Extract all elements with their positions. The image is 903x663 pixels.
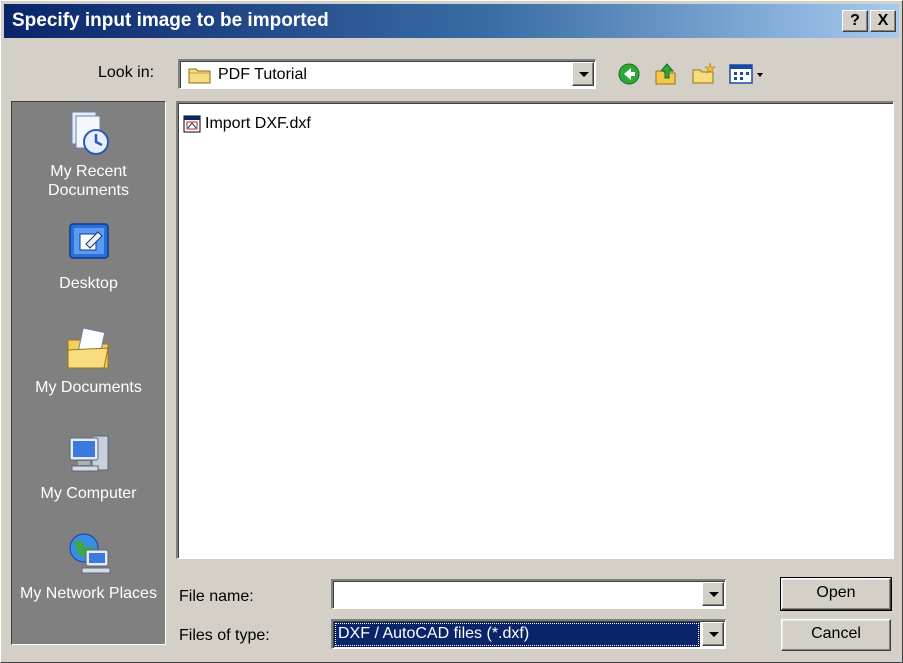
open-button[interactable]: Open xyxy=(780,577,892,611)
file-name-input[interactable] xyxy=(331,579,726,609)
look-in-label: Look in: xyxy=(98,64,155,81)
file-name-label: File name: xyxy=(179,588,254,605)
file-name: Import DXF.dxf xyxy=(205,115,311,132)
look-in-value: PDF Tutorial xyxy=(218,66,307,83)
network-places-icon xyxy=(69,533,110,574)
file-open-dialog: Specify input image to be imported ? X L… xyxy=(0,0,903,663)
new-folder-icon[interactable] xyxy=(691,61,717,87)
place-label: Desktop xyxy=(59,275,118,292)
my-documents-icon xyxy=(67,327,109,369)
place-label: My Computer xyxy=(40,485,137,502)
folder-icon xyxy=(188,68,211,84)
close-button[interactable]: X xyxy=(870,10,896,32)
file-name-dropdown-arrow[interactable] xyxy=(702,582,724,606)
view-menu-icon[interactable] xyxy=(728,61,768,87)
help-button[interactable]: ? xyxy=(842,10,868,32)
look-in-dropdown[interactable]: PDF Tutorial xyxy=(178,59,596,89)
file-list[interactable]: Import DXF.dxf xyxy=(176,101,894,559)
desktop-icon xyxy=(68,223,109,259)
place-my-network-places[interactable]: My Network Places xyxy=(12,530,165,603)
place-label: My Network Places xyxy=(20,585,157,602)
back-icon[interactable] xyxy=(616,61,642,87)
title-bar[interactable]: Specify input image to be imported ? X xyxy=(4,4,899,38)
place-my-recent-documents[interactable]: My Recent Documents xyxy=(12,108,165,200)
file-type-value: DXF / AutoCAD files (*.dxf) xyxy=(334,622,700,647)
place-my-documents[interactable]: My Documents xyxy=(12,324,165,397)
up-folder-icon[interactable] xyxy=(653,61,679,87)
my-computer-icon xyxy=(69,435,108,472)
file-type-dropdown[interactable]: DXF / AutoCAD files (*.dxf) xyxy=(331,619,726,649)
look-in-dropdown-arrow[interactable] xyxy=(572,62,594,86)
recent-documents-icon xyxy=(71,111,109,155)
file-type-label: Files of type: xyxy=(179,627,270,644)
place-label: My Documents xyxy=(35,379,142,396)
places-bar: My Recent Documents Desktop My Documents xyxy=(11,101,166,645)
place-desktop[interactable]: Desktop xyxy=(12,220,165,293)
file-type-dropdown-arrow[interactable] xyxy=(702,622,724,646)
place-my-computer[interactable]: My Computer xyxy=(12,430,165,503)
dialog-title: Specify input image to be imported xyxy=(12,10,329,31)
cancel-button[interactable]: Cancel xyxy=(781,619,891,651)
dxf-file-icon xyxy=(183,115,201,133)
place-label: My Recent Documents xyxy=(48,163,129,199)
file-item[interactable]: Import DXF.dxf xyxy=(183,115,311,133)
